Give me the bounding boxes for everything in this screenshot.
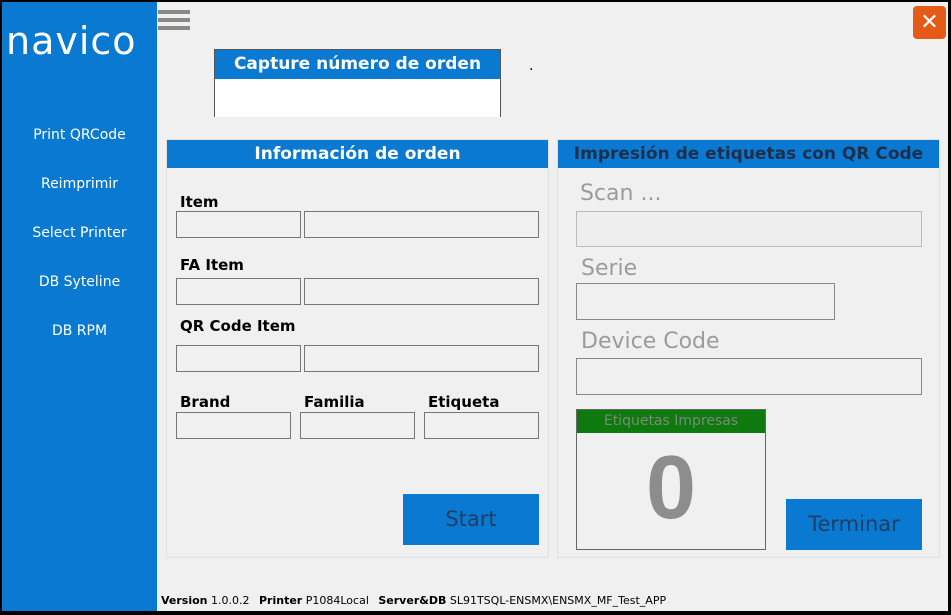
printer-value: P1084Local (305, 594, 369, 607)
printed-labels-title: Etiquetas Impresas (577, 410, 765, 433)
brand-label: Brand (180, 393, 231, 411)
version-value: 1.0.0.2 (211, 594, 250, 607)
close-icon: ✕ (920, 10, 939, 35)
etiqueta-label: Etiqueta (428, 393, 500, 411)
item-description-field[interactable] (304, 211, 539, 238)
etiqueta-field[interactable] (424, 412, 539, 439)
brand-field[interactable] (176, 412, 291, 439)
sidebar-item-db-rpm[interactable]: DB RPM (2, 323, 157, 339)
item-code-field[interactable] (176, 211, 301, 238)
printed-labels-value: 0 (645, 438, 697, 538)
fa-item-description-field[interactable] (304, 278, 539, 305)
server-value: SL91TSQL-ENSMX\ENSMX_MF_Test_APP (449, 594, 667, 607)
device-code-field[interactable] (576, 358, 922, 395)
label-print-title: Impresión de etiquetas con QR Code (558, 140, 939, 168)
close-button[interactable]: ✕ (913, 6, 946, 39)
familia-field[interactable] (300, 412, 415, 439)
sidebar-item-db-syteline[interactable]: DB Syteline (2, 274, 157, 290)
sidebar-item-select-printer[interactable]: Select Printer (2, 225, 157, 241)
terminar-button[interactable]: Terminar (786, 499, 922, 550)
order-info-title: Información de orden (167, 140, 548, 168)
qr-code-item-code-field[interactable] (176, 345, 301, 372)
qr-code-item-label: QR Code Item (180, 317, 296, 335)
hamburger-menu-icon[interactable] (158, 10, 190, 36)
sidebar: navico Print QRCode Reimprimir Select Pr… (2, 2, 157, 611)
sidebar-item-print-qrcode[interactable]: Print QRCode (2, 127, 157, 143)
dot-label: . (529, 58, 534, 74)
server-label: Server&DB (378, 594, 447, 607)
printed-labels-counter: Etiquetas Impresas 0 (576, 409, 766, 550)
order-number-input[interactable] (215, 79, 500, 117)
scan-field[interactable] (576, 211, 922, 247)
sidebar-item-reimprimir[interactable]: Reimprimir (2, 176, 157, 192)
serie-label: Serie (581, 256, 638, 281)
familia-label: Familia (304, 393, 365, 411)
device-code-label: Device Code (581, 329, 720, 354)
status-bar: Version 1.0.0.2 Printer P1084Local Serve… (157, 590, 948, 611)
item-label: Item (180, 193, 219, 211)
app-window: navico Print QRCode Reimprimir Select Pr… (2, 2, 948, 611)
scan-label: Scan ... (580, 181, 662, 206)
version-label: Version (161, 594, 208, 607)
navico-logo: navico (6, 19, 137, 63)
capture-order-box: Capture número de orden (214, 49, 501, 117)
start-button[interactable]: Start (403, 494, 539, 545)
printer-label: Printer (259, 594, 303, 607)
fa-item-code-field[interactable] (176, 278, 301, 305)
qr-code-item-description-field[interactable] (304, 345, 539, 372)
fa-item-label: FA Item (180, 256, 244, 274)
serie-field[interactable] (576, 283, 835, 320)
capture-order-title: Capture número de orden (215, 50, 500, 79)
